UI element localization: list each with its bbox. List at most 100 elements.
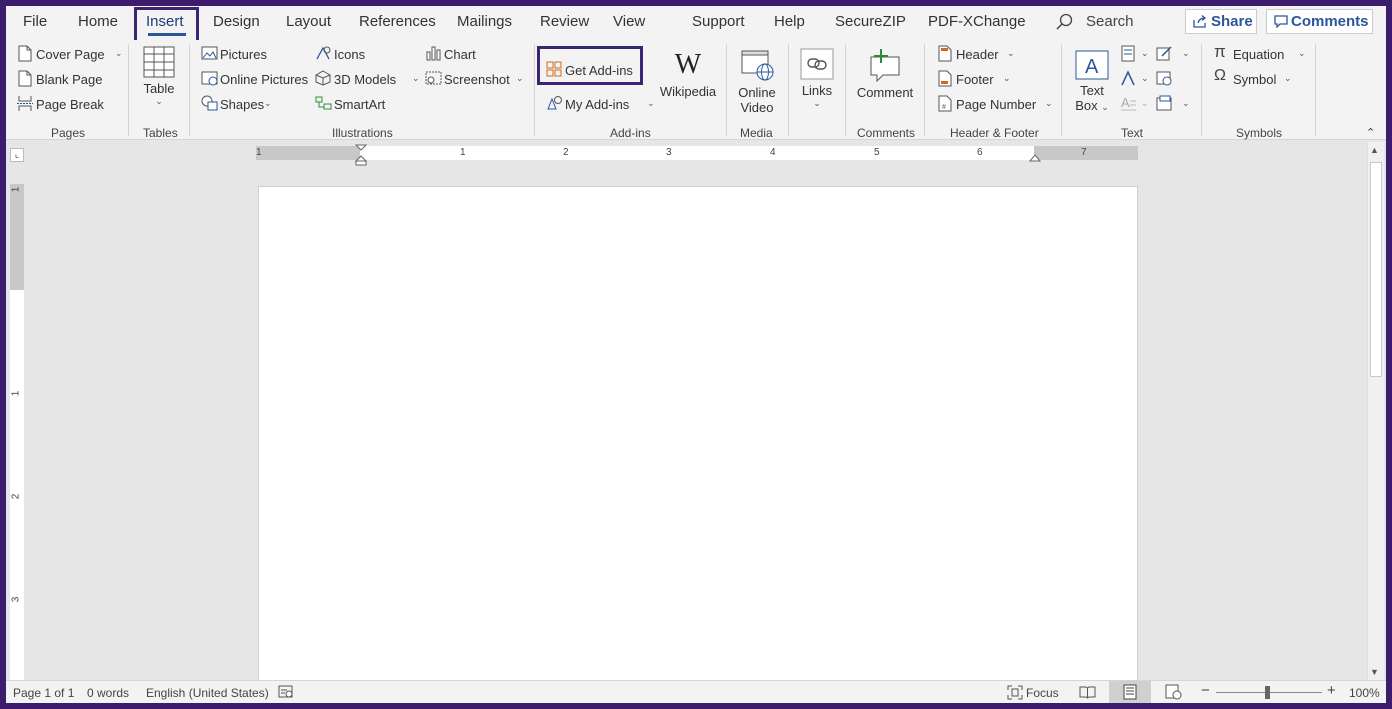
- chevron-down-icon: ⌄: [1284, 73, 1292, 83]
- page-number-label: Page Number: [956, 97, 1037, 112]
- links-button[interactable]: Links ⌄: [799, 48, 835, 109]
- wikipedia-button[interactable]: W Wikipedia: [658, 50, 718, 100]
- pi-icon: π: [1214, 42, 1226, 61]
- addins-shapes-icon: [547, 96, 562, 110]
- tab-securezip[interactable]: SecureZIP: [835, 13, 906, 30]
- new-comment-button[interactable]: Comment: [854, 48, 916, 100]
- group-separator: [128, 44, 129, 136]
- scroll-up-arrow-icon[interactable]: ▲: [1370, 145, 1379, 155]
- share-button[interactable]: Share: [1185, 9, 1257, 34]
- group-separator: [534, 44, 535, 136]
- indent-marker-icon[interactable]: [355, 144, 367, 166]
- zoom-in-button[interactable]: +: [1327, 682, 1336, 699]
- tab-support[interactable]: Support: [692, 13, 745, 30]
- group-separator: [788, 44, 789, 136]
- word-window: File Home Insert Design Layout Reference…: [6, 6, 1386, 703]
- language[interactable]: English (United States): [146, 686, 269, 700]
- ruler-number: 2: [563, 147, 569, 158]
- vertical-ruler[interactable]: 1 1 2 3: [10, 184, 24, 680]
- svg-text:#: #: [942, 104, 946, 111]
- word-count[interactable]: 0 words: [87, 686, 129, 700]
- ruler-number: 7: [1081, 147, 1087, 158]
- tab-review[interactable]: Review: [540, 13, 589, 30]
- zoom-level[interactable]: 100%: [1349, 686, 1380, 700]
- tab-stop-selector[interactable]: ⌞: [10, 148, 24, 162]
- page-count[interactable]: Page 1 of 1: [13, 686, 74, 700]
- group-separator: [1061, 44, 1062, 136]
- online-video-icon: [741, 50, 774, 81]
- comments-button[interactable]: Comments: [1266, 9, 1373, 34]
- scroll-down-arrow-icon[interactable]: ▼: [1370, 667, 1379, 677]
- right-indent-marker-icon[interactable]: [1029, 154, 1041, 162]
- blank-page-label: Blank Page: [36, 72, 103, 87]
- chevron-down-icon: ⌄: [155, 96, 163, 106]
- collapse-ribbon-chevron-up-icon[interactable]: ⌃: [1366, 126, 1375, 139]
- horizontal-ruler[interactable]: 1 1 2 3 4 5 6 7: [256, 144, 1138, 166]
- ruler-number: 1: [256, 147, 262, 158]
- share-icon: [1193, 15, 1207, 28]
- page-break-label: Page Break: [36, 97, 104, 112]
- tab-references[interactable]: References: [359, 13, 436, 30]
- tab-view[interactable]: View: [613, 13, 645, 30]
- online-pictures-label: Online Pictures: [220, 72, 309, 87]
- search-label: Search: [1086, 13, 1134, 30]
- ruler-number: 5: [874, 147, 880, 158]
- zoom-slider-thumb[interactable]: [1265, 686, 1270, 699]
- group-label-addins: Add-ins: [610, 126, 651, 140]
- tab-help[interactable]: Help: [774, 13, 805, 30]
- text-box-icon: A: [1075, 50, 1109, 80]
- tab-home[interactable]: Home: [78, 13, 118, 30]
- read-mode-icon[interactable]: [1079, 685, 1096, 699]
- new-comment-icon: [870, 49, 900, 83]
- table-icon: [143, 46, 175, 78]
- document-page[interactable]: [258, 186, 1138, 686]
- chevron-down-icon: ⌄: [1141, 98, 1149, 108]
- chevron-down-icon: ⌄: [1007, 48, 1015, 58]
- online-pictures-icon: [201, 71, 218, 86]
- print-layout-icon[interactable]: [1123, 684, 1137, 700]
- ruler-left-margin: [256, 146, 360, 160]
- footer-icon: [938, 70, 952, 87]
- get-addins-label: Get Add-ins: [565, 63, 633, 78]
- vertical-scrollbar[interactable]: ▲ ▼: [1367, 142, 1384, 680]
- tab-mailings[interactable]: Mailings: [457, 13, 512, 30]
- ruler-number: 1: [10, 186, 22, 193]
- blank-page-icon: [18, 70, 32, 87]
- online-video-button[interactable]: Online Video: [735, 48, 779, 115]
- scrollbar-thumb[interactable]: [1370, 162, 1382, 377]
- comment-bubble-icon: [1274, 15, 1288, 28]
- comment-label: Comment: [856, 85, 914, 100]
- chevron-down-icon: ⌄: [1298, 48, 1306, 58]
- ruler-number: 3: [10, 596, 22, 603]
- chevron-down-icon: ⌄: [647, 98, 655, 108]
- text-box-button[interactable]: A Text Box ⌄: [1072, 48, 1112, 113]
- group-separator: [924, 44, 925, 136]
- online-video-label-1: Online: [738, 85, 776, 100]
- focus-mode-button[interactable]: Focus: [1026, 686, 1059, 700]
- svg-text:A: A: [1085, 56, 1099, 78]
- group-separator: [189, 44, 190, 136]
- screenshot-label: Screenshot: [444, 72, 510, 87]
- tab-layout[interactable]: Layout: [286, 13, 331, 30]
- cube-icon: [315, 70, 331, 86]
- smartart-label: SmartArt: [334, 97, 386, 112]
- web-layout-icon[interactable]: [1165, 684, 1182, 700]
- zoom-out-button[interactable]: −: [1201, 682, 1210, 699]
- cover-page-label: Cover Page: [36, 47, 105, 62]
- table-button[interactable]: Table ⌄: [140, 46, 178, 107]
- chevron-down-icon: ⌄: [1141, 48, 1149, 58]
- pictures-icon: [201, 46, 218, 60]
- tab-file[interactable]: File: [23, 13, 47, 30]
- signature-line-icon: [1156, 46, 1172, 61]
- ruler-number: 1: [10, 390, 22, 397]
- chevron-down-icon: ⌄: [1003, 73, 1011, 83]
- group-label-text: Text: [1121, 126, 1144, 140]
- chevron-down-icon: ⌄: [264, 98, 272, 108]
- tab-pdf-xchange[interactable]: PDF-XChange: [928, 13, 1026, 30]
- tab-design[interactable]: Design: [213, 13, 260, 30]
- my-addins-label: My Add-ins: [565, 97, 630, 112]
- accessibility-check-icon[interactable]: [278, 685, 294, 699]
- online-video-label-2: Video: [740, 100, 774, 115]
- ribbon-tab-bar: File Home Insert Design Layout Reference…: [6, 6, 1386, 43]
- 3d-models-label: 3D Models: [334, 72, 397, 87]
